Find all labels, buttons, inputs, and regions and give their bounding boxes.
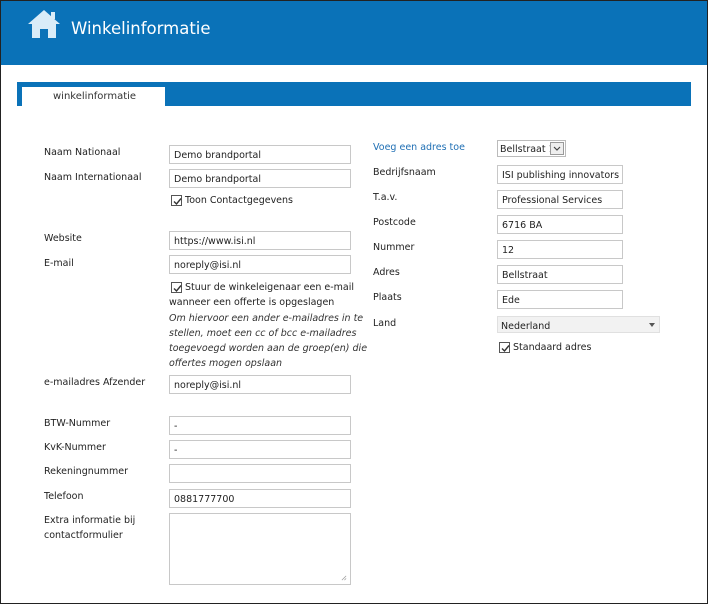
adres-select[interactable]: Bellstraat 12: [497, 140, 566, 157]
naam-nationaal-input[interactable]: Demo brandportal: [169, 145, 351, 164]
caret-down-icon: [649, 323, 655, 327]
extra-label-line1: Extra informatie bij: [44, 515, 136, 526]
resize-grip-icon[interactable]: [341, 575, 347, 581]
naam-internationaal-label: Naam Internationaal: [44, 172, 142, 183]
nummer-label: Nummer: [373, 242, 415, 253]
tav-label: T.a.v.: [373, 192, 398, 203]
telefoon-input[interactable]: 0881777700: [169, 489, 351, 508]
page-title: Winkelinformatie: [71, 19, 211, 38]
extra-textarea[interactable]: [169, 513, 351, 585]
stuur-email-label-line1: Stuur de winkeleigenaar een e-mail: [185, 282, 355, 293]
standaard-adres-label: Standaard adres: [513, 342, 592, 353]
email-note-line1: Om hiervoor een ander e-mailadres in te: [169, 313, 364, 324]
chevron-down-icon: [550, 142, 564, 155]
website-label: Website: [44, 233, 82, 244]
naam-nationaal-label: Naam Nationaal: [44, 147, 121, 158]
stuur-email-label-line2: wanneer een offerte is opgeslagen: [169, 297, 335, 308]
telefoon-label: Telefoon: [44, 491, 84, 502]
website-input[interactable]: https://www.isi.nl: [169, 231, 351, 250]
rekening-input[interactable]: [169, 464, 351, 483]
toon-contactgegevens-label: Toon Contactgegevens: [185, 195, 294, 206]
home-icon[interactable]: [27, 9, 61, 39]
bedrijfsnaam-label: Bedrijfsnaam: [373, 167, 436, 178]
checkmark-icon: [173, 285, 182, 293]
postcode-input[interactable]: 6716 BA: [497, 215, 623, 234]
voeg-adres-toe-link[interactable]: Voeg een adres toe: [373, 142, 465, 153]
land-label: Land: [373, 318, 397, 329]
rekening-label: Rekeningnummer: [44, 466, 129, 477]
kvk-input[interactable]: -: [169, 440, 351, 459]
email-note-line3: toegevoegd worden aan de groep(en) die: [169, 343, 368, 354]
email-input[interactable]: noreply@isi.nl: [169, 255, 351, 274]
checkmark-icon: [173, 198, 182, 206]
afzender-label: e-mailadres Afzender: [44, 377, 146, 388]
adres-input[interactable]: Bellstraat: [497, 265, 623, 284]
btw-input[interactable]: -: [169, 416, 351, 435]
afzender-input[interactable]: noreply@isi.nl: [169, 375, 351, 394]
email-note-line4: offertes mogen opslaan: [169, 358, 283, 369]
email-label: E-mail: [44, 258, 74, 269]
stuur-email-checkbox[interactable]: [171, 282, 182, 293]
postcode-label: Postcode: [373, 217, 416, 228]
kvk-label: KvK-Nummer: [44, 442, 106, 453]
page-header: Winkelinformatie: [1, 1, 707, 65]
naam-internationaal-input[interactable]: Demo brandportal: [169, 169, 351, 188]
checkmark-icon: [501, 345, 510, 353]
adres-label: Adres: [373, 267, 400, 278]
land-select-value: Nederland: [501, 321, 551, 332]
toon-contactgegevens-checkbox[interactable]: [171, 195, 182, 206]
email-note-line2: stellen, moet een cc of bcc e-mailadres: [169, 328, 357, 339]
nummer-input[interactable]: 12: [497, 240, 623, 259]
tab-winkelinformatie[interactable]: winkelinformatie: [22, 87, 165, 106]
bedrijfsnaam-input[interactable]: ISI publishing innovators: [497, 165, 623, 184]
plaats-input[interactable]: Ede: [497, 290, 623, 309]
standaard-adres-checkbox[interactable]: [499, 342, 510, 353]
tav-input[interactable]: Professional Services: [497, 190, 623, 209]
plaats-label: Plaats: [373, 292, 402, 303]
land-select[interactable]: Nederland: [497, 316, 660, 333]
tab-bar: winkelinformatie: [17, 82, 691, 106]
extra-label-line2: contactformulier: [44, 530, 123, 541]
btw-label: BTW-Nummer: [44, 418, 111, 429]
